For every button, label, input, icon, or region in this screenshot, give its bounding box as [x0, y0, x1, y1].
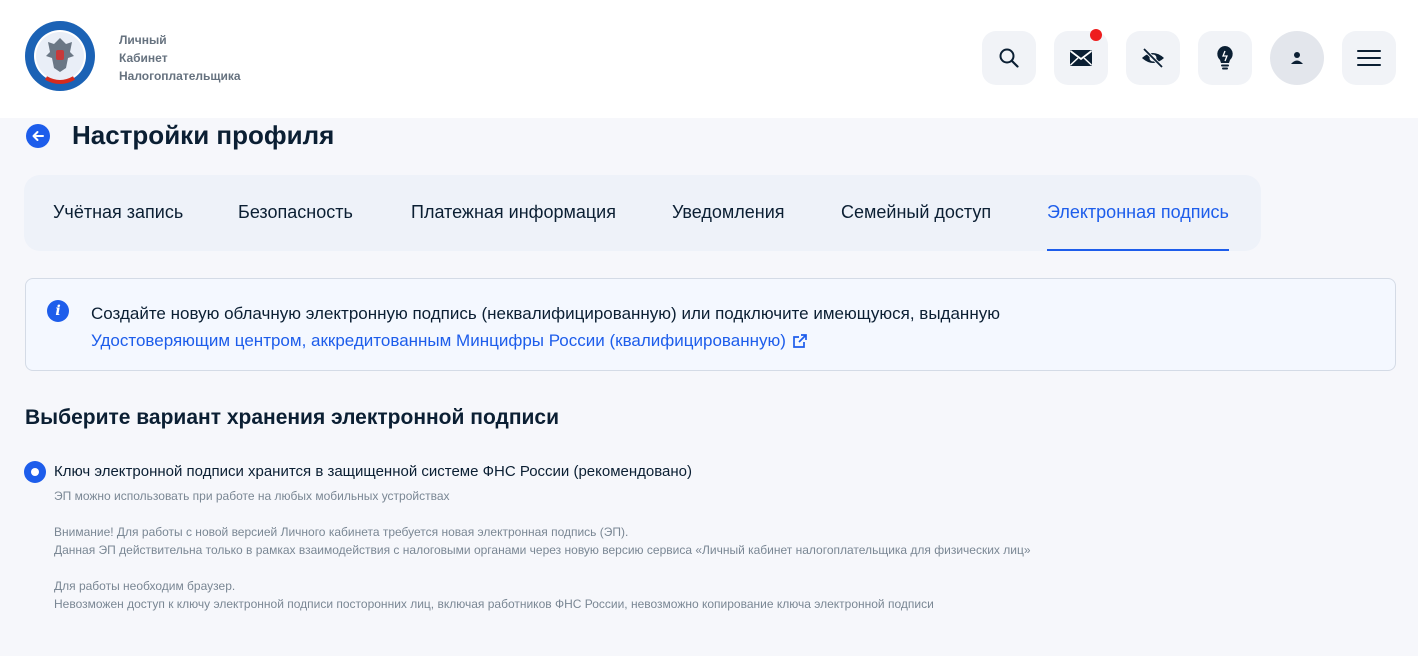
- tab-family-access[interactable]: Семейный доступ: [841, 175, 991, 251]
- back-button[interactable]: [26, 124, 50, 148]
- app-title-line-2: Кабинет: [119, 51, 168, 65]
- tab-security[interactable]: Безопасность: [238, 175, 353, 251]
- menu-icon: [1357, 50, 1381, 66]
- visibility-toggle-button[interactable]: [1126, 31, 1180, 85]
- external-link-icon: [793, 333, 807, 348]
- arrow-left-icon: [32, 131, 44, 141]
- lightbulb-icon: [1217, 46, 1233, 70]
- tips-button[interactable]: [1198, 31, 1252, 85]
- user-icon: [1291, 52, 1303, 64]
- app-title-line-3: Налогоплательщика: [119, 69, 241, 83]
- hint-validity: Данная ЭП действительна только в рамках …: [54, 543, 1031, 557]
- eye-off-icon: [1142, 47, 1164, 69]
- storage-section-title: Выберите вариант хранения электронной по…: [25, 406, 560, 429]
- mail-icon: [1069, 50, 1093, 66]
- tab-account[interactable]: Учётная запись: [53, 175, 183, 251]
- info-banner: i Создайте новую облачную электронную по…: [25, 278, 1396, 371]
- tab-electronic-signature[interactable]: Электронная подпись: [1047, 175, 1229, 251]
- fns-emblem-logo[interactable]: [24, 20, 96, 92]
- certification-center-link-label: Удостоверяющим центром, аккредитованным …: [91, 331, 786, 350]
- page-title: Настройки профиля: [72, 120, 335, 150]
- info-message: Создайте новую облачную электронную подп…: [91, 304, 1000, 323]
- certification-center-link[interactable]: Удостоверяющим центром, аккредитованным …: [91, 327, 808, 354]
- info-text-block: Создайте новую облачную электронную подп…: [91, 300, 1000, 354]
- messages-button[interactable]: [1054, 29, 1108, 85]
- search-button[interactable]: [982, 31, 1036, 85]
- header: Личный Кабинет Налогоплательщика: [0, 0, 1418, 118]
- tab-payment-info[interactable]: Платежная информация: [411, 175, 616, 251]
- menu-button[interactable]: [1342, 31, 1396, 85]
- hint-browser: Для работы необходим браузер.: [54, 579, 236, 593]
- app-title: Личный Кабинет Налогоплательщика: [119, 31, 241, 85]
- profile-button[interactable]: [1270, 31, 1324, 85]
- hint-warning: Внимание! Для работы с новой версией Лич…: [54, 525, 629, 539]
- storage-option-radio[interactable]: [24, 461, 46, 483]
- storage-option-label[interactable]: Ключ электронной подписи хранится в защи…: [54, 463, 692, 480]
- radio-selected-dot: [31, 468, 39, 476]
- app-title-line-1: Личный: [119, 33, 167, 47]
- profile-tabs: Учётная запись Безопасность Платежная ин…: [24, 175, 1261, 251]
- search-icon: [999, 48, 1019, 68]
- hint-security: Невозможен доступ к ключу электронной по…: [54, 597, 934, 611]
- hint-mobile: ЭП можно использовать при работе на любы…: [54, 489, 450, 503]
- tab-notifications[interactable]: Уведомления: [672, 175, 785, 251]
- notification-dot: [1090, 29, 1102, 41]
- info-icon: i: [47, 300, 69, 322]
